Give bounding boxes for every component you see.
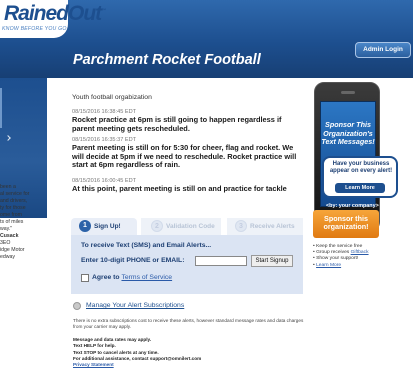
testimonial: been a al service for and drivers, ty fo…	[0, 184, 46, 261]
agree-prefix: Agree to	[92, 274, 122, 281]
giftback-link[interactable]: Giftback	[351, 250, 369, 255]
cost-notice: There is no extra subscriptions cost to …	[73, 318, 304, 329]
step-number: 3	[235, 220, 247, 233]
post-message: Rocket practice at 6pm is still going to…	[72, 115, 282, 133]
step-number: 1	[79, 220, 91, 233]
start-signup-button[interactable]: Start Signup	[251, 255, 293, 267]
phone-email-label: Enter 10-digit PHONE or EMAIL:	[81, 257, 185, 264]
post-message: Parent meeting is still on for 5:30 for …	[72, 143, 297, 170]
logo-area[interactable]: RainedOut™ KNOW BEFORE YOU GO	[0, 0, 106, 38]
testimonial-line: and drivers,	[0, 198, 28, 204]
learn-more-button[interactable]: Learn More	[335, 183, 385, 193]
sponsor-screen-text: Sponsor This Organization's Text Message…	[321, 120, 375, 147]
signup-form: To receive Text (SMS) and Email Alerts..…	[71, 235, 303, 294]
testimonial-line: ty for those	[0, 205, 26, 211]
learn-more-link[interactable]: Learn More	[316, 263, 341, 268]
terms-of-service-link[interactable]: Terms of Service	[121, 274, 172, 281]
tab-receive-alerts[interactable]: 3 Receive Alerts	[227, 218, 303, 235]
promo-bubble-text: Have your business appear on every alert…	[329, 161, 393, 175]
testimonial-company: idge Motor	[0, 247, 25, 253]
signup-heading: To receive Text (SMS) and Email Alerts..…	[81, 242, 212, 249]
left-accent-bar	[0, 88, 2, 128]
testimonial-line: ome from	[0, 212, 22, 218]
tab-validation-code[interactable]: 2 Validation Code	[141, 218, 221, 235]
chevron-right-icon[interactable]	[5, 135, 11, 141]
privacy-statement-link[interactable]: Privacy Statement	[73, 362, 308, 368]
testimonial-company: edway	[0, 254, 15, 260]
tagline: KNOW BEFORE YOU GO	[2, 26, 67, 32]
logo-text: RainedOut	[4, 2, 102, 25]
org-description: Youth football orgabization	[72, 94, 152, 101]
benefit-text: • Group receives	[313, 250, 351, 256]
signup-tabs: 1 Sign Up! 2 Validation Code 3 Receive Aler…	[71, 218, 303, 235]
sponsor-benefits: • Keep the service free • Group receives…	[313, 244, 411, 269]
manage-subscriptions-link[interactable]: Manage Your Alert Subscriptions	[86, 302, 184, 309]
agree-checkbox[interactable]	[81, 274, 89, 282]
sms-disclosure: Message and data rates may apply. Text H…	[73, 337, 308, 368]
subscriptions-icon	[73, 302, 81, 310]
phone-email-input[interactable]	[195, 256, 247, 266]
logo-tm: ™	[101, 8, 106, 14]
alert-post: 08/15/2016 16:38:45 EDT Rocket practice …	[72, 109, 304, 133]
testimonial-line: ts of miles	[0, 219, 24, 225]
logo[interactable]: RainedOut™	[4, 2, 106, 26]
testimonial-name: Cusack	[0, 233, 19, 239]
promo-bubble: Have your business appear on every alert…	[322, 156, 398, 198]
company-tag: <by: your company>	[326, 203, 379, 209]
alert-post: 08/15/2016 16:35:37 EDT Parent meeting i…	[72, 137, 304, 170]
post-message: At this point, parent meeting is still o…	[72, 184, 287, 193]
testimonial-line: been a	[0, 184, 16, 190]
step-number: 2	[151, 220, 163, 233]
tab-label: Receive Alerts	[250, 223, 295, 230]
tab-label: Sign Up!	[94, 223, 121, 230]
sponsor-organization-button[interactable]: Sponsor this organization!	[313, 210, 379, 238]
agree-label: Agree to Terms of Service	[92, 274, 172, 281]
phone-speaker-icon	[341, 91, 355, 94]
testimonial-line: al service for	[0, 191, 30, 197]
page-title: Parchment Rocket Football	[73, 52, 261, 68]
alert-post: 08/15/2016 16:00:45 EDT At this point, p…	[72, 178, 304, 194]
testimonial-line: way."	[0, 226, 13, 232]
benefit-item: • Learn More	[313, 263, 411, 269]
tab-sign-up[interactable]: 1 Sign Up!	[71, 218, 137, 235]
tab-label: Validation Code	[166, 223, 215, 230]
testimonial-role: 3EO	[0, 240, 11, 246]
admin-login-button[interactable]: Admin Login	[355, 42, 411, 58]
